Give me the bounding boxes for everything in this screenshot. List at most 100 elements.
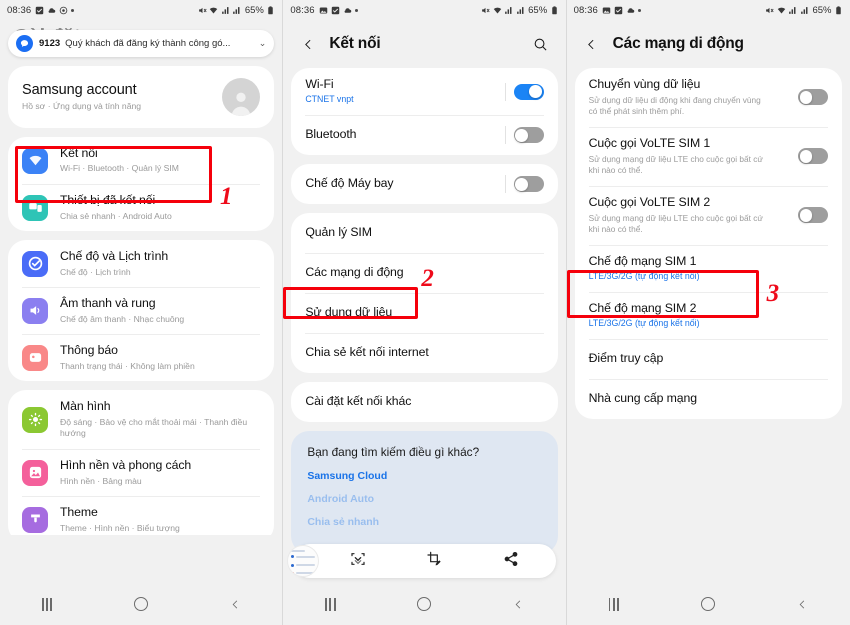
sidebar-item-connections[interactable]: Kết nối Wi-Fi · Bluetooth · Quản lý SIM [8, 137, 274, 184]
cloud-icon [626, 6, 635, 15]
promo-link-android-auto[interactable]: Android Auto [307, 493, 541, 505]
status-bar-3: 08:36 65% [566, 0, 850, 20]
list-item-bluetooth[interactable]: Bluetooth [291, 115, 557, 155]
share-icon[interactable] [503, 551, 519, 572]
connections-subtitle: Wi-Fi · Bluetooth · Quản lý SIM [60, 163, 179, 174]
theme-title: Theme [60, 505, 98, 520]
scroll-capture-icon[interactable] [350, 551, 366, 572]
mobile-networks-list: Chuyển vùng dữ liệu Sử dụng dữ liệu di đ… [567, 68, 850, 583]
volte-sim2-toggle[interactable] [797, 207, 828, 224]
sounds-vibration-title: Âm thanh và rung [60, 296, 156, 311]
screenshot-toolbar [287, 544, 556, 578]
chevron-down-icon[interactable]: ⌄ [259, 38, 267, 49]
theme-subtitle: Theme · Hình nền · Biểu tượng [60, 522, 180, 533]
gallery-icon [602, 6, 611, 15]
list-item-network-operators[interactable]: Nhà cung cấp mạng [575, 379, 842, 419]
chevron-left-icon[interactable] [297, 33, 319, 55]
list-item-sim-manager[interactable]: Quản lý SIM [291, 213, 557, 253]
status-bar-1: 08:36 65% [0, 0, 283, 20]
volte-sim2-texts: Cuộc gọi VoLTE SIM 2 Sử dụng mạng dữ liệ… [589, 195, 790, 236]
screenshot-thumbnail[interactable] [287, 545, 320, 577]
list-item-access-point-names[interactable]: Điểm truy cập [575, 339, 842, 379]
bluetooth-toggle[interactable] [513, 127, 544, 144]
chevron-left-icon[interactable] [581, 33, 603, 55]
airplane-toggle[interactable] [513, 176, 544, 193]
list-item-more-connection-settings[interactable]: Cài đặt kết nối khác [291, 382, 557, 422]
wifi-toggle[interactable] [513, 83, 544, 100]
annotation-number-3: 3 [766, 280, 780, 307]
theme-texts: Theme Theme · Hình nền · Biểu tượng [60, 505, 260, 534]
display-texts: Màn hình Độ sáng · Bảo vệ cho mắt thoải … [60, 399, 260, 440]
notifications-texts: Thông báo Thanh trạng thái · Không làm p… [60, 343, 260, 372]
samsung-account-card[interactable]: Samsung account Hồ sơ · Ứng dụng và tính… [8, 66, 275, 128]
wallpaper-icon [22, 459, 48, 486]
recent-apps-button[interactable] [27, 591, 67, 617]
signal-sim2-icon [516, 6, 525, 15]
modes-routines-subtitle: Chế độ · Lịch trình [60, 266, 131, 277]
list-item-data-usage[interactable]: Sử dụng dữ liệu [291, 293, 557, 333]
sidebar-item-display[interactable]: Màn hình Độ sáng · Bảo vệ cho mắt thoải … [8, 390, 274, 449]
volte-sim1-toggle[interactable] [797, 148, 828, 165]
divider [504, 126, 506, 145]
home-button[interactable] [404, 591, 444, 617]
samsung-account-title: Samsung account [22, 82, 137, 99]
battery-icon [266, 5, 275, 15]
checkbox-icon [614, 6, 623, 15]
sidebar-item-connected-devices[interactable]: Thiết bị đã kết nối Chia sẻ nhanh · Andr… [8, 184, 274, 231]
sidebar-item-sounds-vibration[interactable]: Âm thanh và rung Chế độ âm thanh · Nhạc … [8, 287, 274, 334]
volte-sim2-title: Cuộc gọi VoLTE SIM 2 [588, 194, 711, 209]
battery-icon [834, 5, 843, 15]
search-icon[interactable] [530, 33, 552, 55]
network-mode-sim2-value: LTE/3G/2G (tự động kết nối) [588, 318, 700, 329]
crop-draw-icon[interactable] [426, 551, 442, 572]
page-title: Các mạng di động [612, 35, 744, 52]
access-point-texts: Điểm truy cập [589, 351, 828, 367]
sidebar-item-notifications[interactable]: Thông báo Thanh trạng thái · Không làm p… [8, 334, 274, 381]
mute-icon [481, 6, 490, 15]
sidebar-item-modes-routines[interactable]: Chế độ và Lịch trình Chế độ · Lịch trình [8, 240, 274, 287]
list-item-mobile-hotspot[interactable]: Chia sẻ kết nối internet [291, 333, 557, 373]
promo-link-samsung-cloud[interactable]: Samsung Cloud [307, 470, 541, 482]
notification-sender: 9123 [39, 38, 61, 49]
airplane-title: Chế độ Máy bay [305, 176, 394, 191]
home-button[interactable] [688, 591, 728, 617]
cloud-icon [343, 6, 352, 15]
list-item-network-mode-sim1[interactable]: Chế độ mạng SIM 1 LTE/3G/2G (tự động kết… [575, 244, 842, 292]
wifi-title: Wi-Fi [305, 77, 334, 91]
dot-icon [354, 8, 358, 12]
status-bar-left-icons [602, 6, 641, 15]
annotation-number-2: 2 [421, 265, 434, 292]
status-bar-right-icons: 65% [765, 5, 843, 16]
recent-apps-button[interactable] [594, 591, 634, 617]
back-button[interactable] [499, 591, 539, 617]
data-roaming-toggle[interactable] [797, 89, 828, 106]
signal-sim1-icon [788, 6, 797, 15]
mobile-networks-card: Chuyển vùng dữ liệu Sử dụng dữ liệu di đ… [574, 68, 842, 420]
list-item-volte-sim2[interactable]: Cuộc gọi VoLTE SIM 2 Sử dụng mạng dữ liệ… [575, 185, 842, 245]
list-item-airplane-mode[interactable]: Chế độ Máy bay [291, 164, 557, 204]
list-item-wifi[interactable]: Wi-Fi CTNET vnpt [291, 68, 557, 115]
promo-link-quick-share[interactable]: Chia sẻ nhanh [307, 516, 541, 528]
bluetooth-title: Bluetooth [305, 127, 357, 142]
signal-sim1-icon [504, 6, 513, 15]
connected-devices-subtitle: Chia sẻ nhanh · Android Auto [60, 210, 172, 221]
home-button[interactable] [121, 591, 161, 617]
notification-heads-up[interactable]: 9123 Quý khách đã đăng ký thành công gó.… [8, 30, 275, 57]
sidebar-item-wallpaper-style[interactable]: Hình nền và phong cách Hình nền · Bảng m… [8, 449, 274, 496]
devices-icon [22, 194, 48, 221]
list-item-network-mode-sim2[interactable]: Chế độ mạng SIM 2 LTE/3G/2G (tự động kết… [575, 291, 842, 339]
sidebar-item-theme[interactable]: Theme Theme · Hình nền · Biểu tượng [8, 496, 274, 535]
list-item-volte-sim1[interactable]: Cuộc gọi VoLTE SIM 1 Sử dụng mạng dữ liệ… [575, 126, 842, 186]
avatar[interactable] [222, 78, 261, 116]
sound-icon [22, 297, 48, 324]
connections-list: Wi-Fi CTNET vnpt Bluetooth Chế độ Máy ba… [283, 68, 565, 583]
modes-group-card: Chế độ và Lịch trình Chế độ · Lịch trình… [8, 240, 275, 382]
list-item-data-roaming[interactable]: Chuyển vùng dữ liệu Sử dụng dữ liệu di đ… [575, 68, 842, 127]
sounds-vibration-subtitle: Chế độ âm thanh · Nhạc chuông [60, 313, 185, 324]
recent-apps-button[interactable] [310, 591, 350, 617]
samsung-account-row[interactable]: Samsung account Hồ sơ · Ứng dụng và tính… [8, 66, 274, 128]
wallpaper-style-title: Hình nền và phong cách [60, 458, 192, 473]
more-settings-card: Cài đặt kết nối khác [291, 382, 558, 423]
back-button[interactable] [215, 591, 255, 617]
back-button[interactable] [783, 591, 823, 617]
